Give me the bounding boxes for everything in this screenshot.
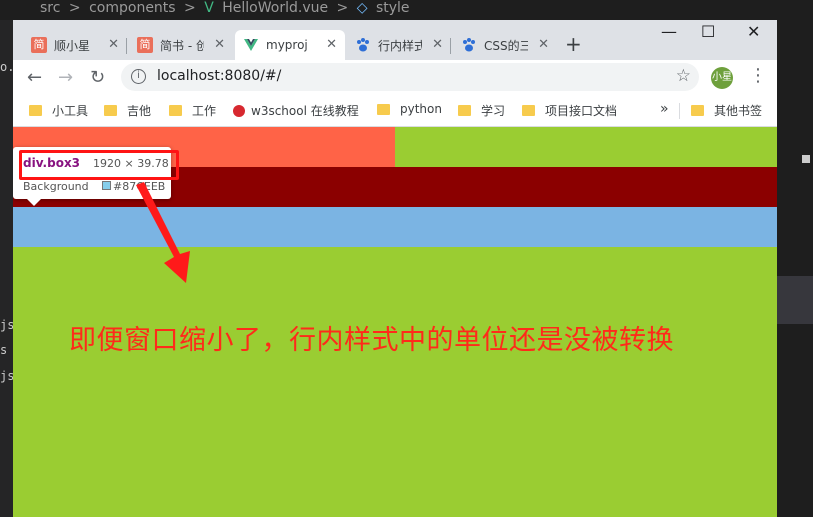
bookmarks-overflow-button[interactable]: » <box>660 101 669 117</box>
folder-icon <box>29 105 42 116</box>
editor-line-highlight <box>777 276 813 324</box>
tab-title: CSS的三 <box>484 38 528 53</box>
bookmark-label: 小工具 <box>52 104 89 118</box>
bookmark-label: 项目接口文档 <box>545 104 618 118</box>
tooltip-bg-label: Background <box>23 180 89 193</box>
tab-title: 顺小星 <box>54 38 91 53</box>
bookmark-item[interactable]: 项目接口文档 <box>522 102 617 119</box>
back-arrow-icon[interactable]: ← <box>27 67 42 88</box>
page-viewport: div.box3 1920 × 39.78 Background #87CEEB… <box>13 127 777 517</box>
bookmarks-divider <box>679 103 680 119</box>
tab-strip: 简 顺小星 ✕ 简 简书 - 创 ✕ myproj ✕ 行内样式 ✕ CSS的三… <box>13 20 777 60</box>
forward-arrow-icon[interactable]: → <box>58 67 73 88</box>
paw-icon <box>357 38 369 52</box>
folder-icon <box>169 105 182 116</box>
bookmark-item[interactable]: 吉他 <box>104 102 151 119</box>
bookmark-label: 吉他 <box>127 104 152 118</box>
tab-1[interactable]: 简 顺小星 ✕ <box>23 30 127 60</box>
tab-3-active[interactable]: myproj ✕ <box>235 30 345 60</box>
folder-icon <box>458 105 471 116</box>
folder-icon <box>377 103 390 115</box>
explorer-fragment: s <box>0 343 8 357</box>
kebab-menu-icon[interactable]: ⋮ <box>749 65 767 86</box>
browser-window: 简 顺小星 ✕ 简 简书 - 创 ✕ myproj ✕ 行内样式 ✕ CSS的三… <box>13 20 777 517</box>
url-text[interactable]: localhost:8080/#/ <box>157 68 281 84</box>
reload-icon[interactable]: ↻ <box>90 67 105 88</box>
minimize-button[interactable]: — <box>661 22 677 41</box>
folder-icon <box>522 105 535 116</box>
other-bookmarks[interactable]: 其他书签 <box>691 102 762 119</box>
editor-sidebar-fragment: o... js s js <box>0 20 29 517</box>
maximize-button[interactable]: ☐ <box>701 22 715 41</box>
tab-2[interactable]: 简 简书 - 创 ✕ <box>129 30 233 60</box>
vue-icon: V <box>204 0 214 16</box>
bookmark-item[interactable]: w3school 在线教程 <box>233 102 359 119</box>
bookmark-label: python <box>400 102 442 116</box>
address-bar[interactable]: i localhost:8080/#/ ☆ <box>121 63 699 91</box>
editor-breadcrumb: src > components > V HelloWorld.vue > ◇ … <box>0 0 813 20</box>
browser-toolbar: ← → ↻ i localhost:8080/#/ ☆ 小星 ⋮ <box>13 60 777 94</box>
bookmark-label: 学习 <box>481 104 506 118</box>
tab-title: 行内样式 <box>378 38 422 53</box>
folder-icon <box>104 105 117 116</box>
crumb-style[interactable]: style <box>376 0 410 16</box>
close-icon[interactable]: ✕ <box>108 37 119 52</box>
bookmark-item[interactable]: 工作 <box>169 102 216 119</box>
close-icon[interactable]: ✕ <box>432 37 443 52</box>
chevron-right-icon: > <box>68 0 81 16</box>
tab-title: myproj <box>266 38 308 52</box>
highlight-rectangle <box>19 150 179 180</box>
bookmark-label: 工作 <box>192 104 217 118</box>
bookmark-label: 其他书签 <box>714 104 763 118</box>
crumb-components[interactable]: components <box>89 0 176 16</box>
tab-divider <box>450 38 451 54</box>
bookmark-label: w3school 在线教程 <box>251 104 359 118</box>
w3school-icon <box>233 104 245 117</box>
editor-marker <box>802 155 810 163</box>
close-icon[interactable]: ✕ <box>326 37 337 52</box>
jianshu-icon: 简 <box>31 37 47 53</box>
new-tab-button[interactable]: + <box>565 32 582 56</box>
bookmark-item[interactable]: 小工具 <box>29 102 88 119</box>
bookmarks-bar: 小工具 吉他 工作 w3school 在线教程 python 学习 项目接口文档… <box>13 94 777 127</box>
bookmark-item[interactable]: 学习 <box>458 102 505 119</box>
vue-icon <box>244 39 258 51</box>
tab-divider <box>126 38 127 54</box>
chevron-right-icon: > <box>184 0 196 16</box>
color-swatch <box>102 181 111 190</box>
red-arrow-annotation <box>136 182 190 283</box>
editor-pane-fragment <box>777 20 813 517</box>
annotation-text: 即便窗口缩小了，行内样式中的单位还是没被转换 <box>69 325 674 356</box>
tab-4[interactable]: 行内样式 ✕ <box>347 30 451 60</box>
cube-icon: ◇ <box>356 0 368 16</box>
close-icon[interactable]: ✕ <box>538 37 549 52</box>
folder-icon <box>691 105 704 116</box>
crumb-src[interactable]: src <box>40 0 60 16</box>
tab-5[interactable]: CSS的三 ✕ <box>453 30 557 60</box>
crumb-file[interactable]: HelloWorld.vue <box>222 0 328 16</box>
paw-icon <box>463 38 475 52</box>
bookmark-item[interactable]: python <box>377 102 442 116</box>
jianshu-icon: 简 <box>137 37 153 53</box>
close-icon[interactable]: ✕ <box>214 37 225 52</box>
info-icon[interactable]: i <box>131 69 146 84</box>
tab-title: 简书 - 创 <box>160 38 204 53</box>
bookmark-star-icon[interactable]: ☆ <box>676 66 691 86</box>
chevron-right-icon: > <box>336 0 349 16</box>
window-close-button[interactable]: ✕ <box>747 22 760 41</box>
profile-avatar[interactable]: 小星 <box>711 67 733 89</box>
